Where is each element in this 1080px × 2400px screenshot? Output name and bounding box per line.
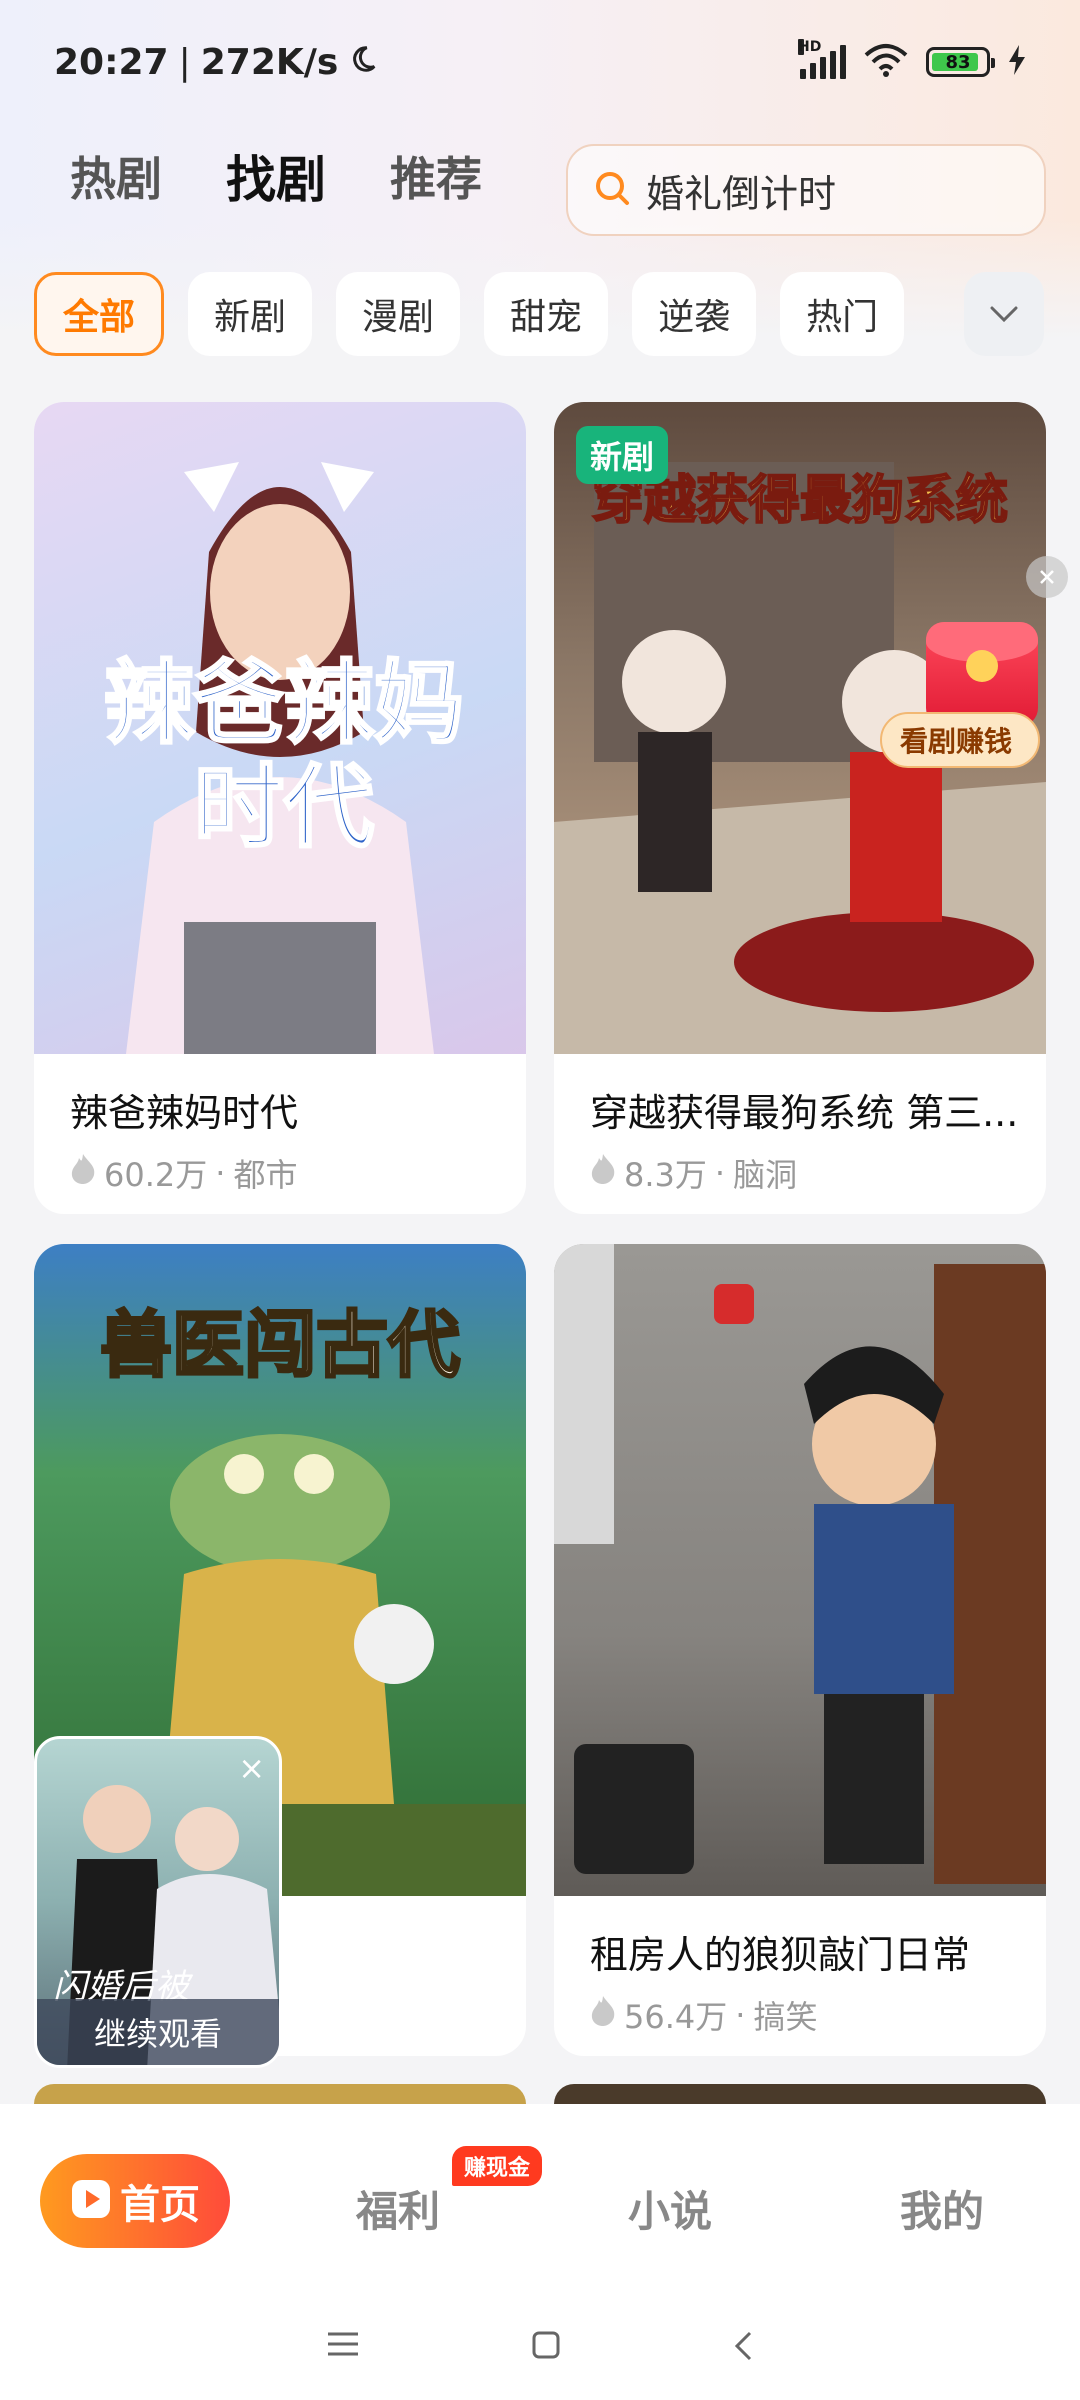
signal-icon: HD (798, 39, 846, 79)
drama-title: 租房人的狼狈敲门日常 (590, 1933, 971, 1977)
drama-genre: 脑洞 (733, 1156, 798, 1194)
search-icon (592, 168, 632, 212)
battery-icon: 83 (926, 47, 995, 77)
tab-find-drama[interactable]: 找剧 (226, 140, 326, 212)
nav-mine[interactable]: 我的 (900, 2178, 984, 2239)
chip-comic[interactable]: 漫剧 (336, 272, 461, 356)
drama-card[interactable]: 租房人的狼狈敲门日常 56.4万 · 搞笑 (554, 1244, 1046, 2056)
meta-dot: · (735, 1996, 746, 2034)
red-envelope-icon (926, 622, 1038, 726)
poster-title: 辣爸辣妈 时代 (103, 650, 466, 860)
status-speed: 272K/s (200, 41, 339, 83)
earn-cash-badge: 赚现金 (452, 2146, 543, 2186)
chip-comeback[interactable]: 逆袭 (632, 272, 757, 356)
category-chips: 全部 新剧 漫剧 甜宠 逆袭 热门 (34, 272, 954, 356)
fire-icon (590, 1996, 616, 2034)
drama-views: 60.2万 (104, 1156, 208, 1194)
charging-icon (1008, 45, 1026, 79)
new-badge: 新剧 (576, 426, 669, 484)
top-nav: 热剧 找剧 推荐 (70, 140, 482, 212)
wifi-icon (864, 43, 908, 81)
fire-icon (70, 1154, 96, 1192)
battery-level: 83 (945, 51, 971, 73)
chip-sweet[interactable]: 甜宠 (484, 272, 609, 356)
bottom-nav: 首页 福利 赚现金 小说 我的 (0, 2104, 1080, 2400)
chevron-down-icon[interactable] (964, 272, 1044, 356)
chip-all[interactable]: 全部 (34, 272, 165, 356)
home-icon[interactable] (531, 2330, 561, 2366)
drama-card-peek (554, 2084, 1046, 2104)
earn-money-label: 看剧赚钱 (880, 712, 1040, 768)
status-divider: | (178, 41, 191, 83)
meta-dot: · (714, 1154, 726, 1192)
drama-title: 穿越获得最狗系统 第三... (590, 1091, 1019, 1135)
drama-meta: 60.2万 · 都市 (70, 1150, 297, 1196)
drama-meta: 8.3万 · 脑洞 (590, 1150, 797, 1196)
tab-hot-drama[interactable]: 热剧 (70, 143, 162, 209)
status-bar: 20:27 | 272K/s HD 83 (54, 30, 1026, 94)
status-time: 20:27 (54, 41, 169, 83)
status-left: 20:27 | 272K/s (54, 42, 378, 83)
drama-card-peek (34, 2084, 526, 2104)
nav-novel[interactable]: 小说 (628, 2178, 712, 2239)
drama-card[interactable]: 辣爸辣妈 时代 辣爸辣妈时代 60.2万 · 都市 (34, 402, 526, 1214)
close-icon[interactable]: × (238, 1749, 265, 1787)
continue-watching-label: 继续观看 (37, 1999, 279, 2065)
drama-meta: 56.4万 · 搞笑 (590, 1992, 817, 2038)
drama-views: 8.3万 (624, 1156, 707, 1194)
drama-genre: 搞笑 (753, 1998, 818, 2036)
drama-genre: 都市 (233, 1156, 298, 1194)
search-input[interactable]: 婚礼倒计时 (566, 144, 1046, 236)
system-nav-bar (0, 2330, 1080, 2366)
chip-new[interactable]: 新剧 (188, 272, 313, 356)
search-text: 婚礼倒计时 (646, 171, 837, 216)
meta-dot: · (215, 1154, 226, 1192)
nav-welfare[interactable]: 福利 (356, 2178, 440, 2239)
drama-card[interactable]: 穿越获得最狗系统 新剧 穿越获得最狗系统 第三... 8.3万 · 脑洞 (554, 402, 1046, 1214)
back-icon[interactable] (732, 2330, 754, 2366)
drama-views: 56.4万 (624, 1998, 728, 2036)
status-right: HD 83 (798, 39, 1026, 81)
chip-hot[interactable]: 热门 (780, 272, 905, 356)
continue-watching-player[interactable]: × 闪婚后被 继续观看 (34, 1736, 282, 2068)
tab-recommend[interactable]: 推荐 (390, 143, 482, 209)
earn-money-widget[interactable]: 看剧赚钱 (880, 622, 1040, 768)
moon-icon (348, 42, 378, 83)
play-icon (70, 2178, 112, 2224)
poster-title: 兽医闯古代 (98, 1302, 461, 1388)
menu-icon[interactable] (326, 2330, 360, 2366)
fire-icon (590, 1154, 616, 1192)
drama-title: 辣爸辣妈时代 (70, 1091, 299, 1135)
drama-poster: 辣爸辣妈 时代 (34, 402, 526, 1054)
nav-home-label: 首页 (120, 2182, 200, 2228)
drama-poster (554, 1244, 1046, 1896)
nav-home[interactable]: 首页 (40, 2154, 230, 2248)
close-icon[interactable] (1026, 556, 1068, 598)
